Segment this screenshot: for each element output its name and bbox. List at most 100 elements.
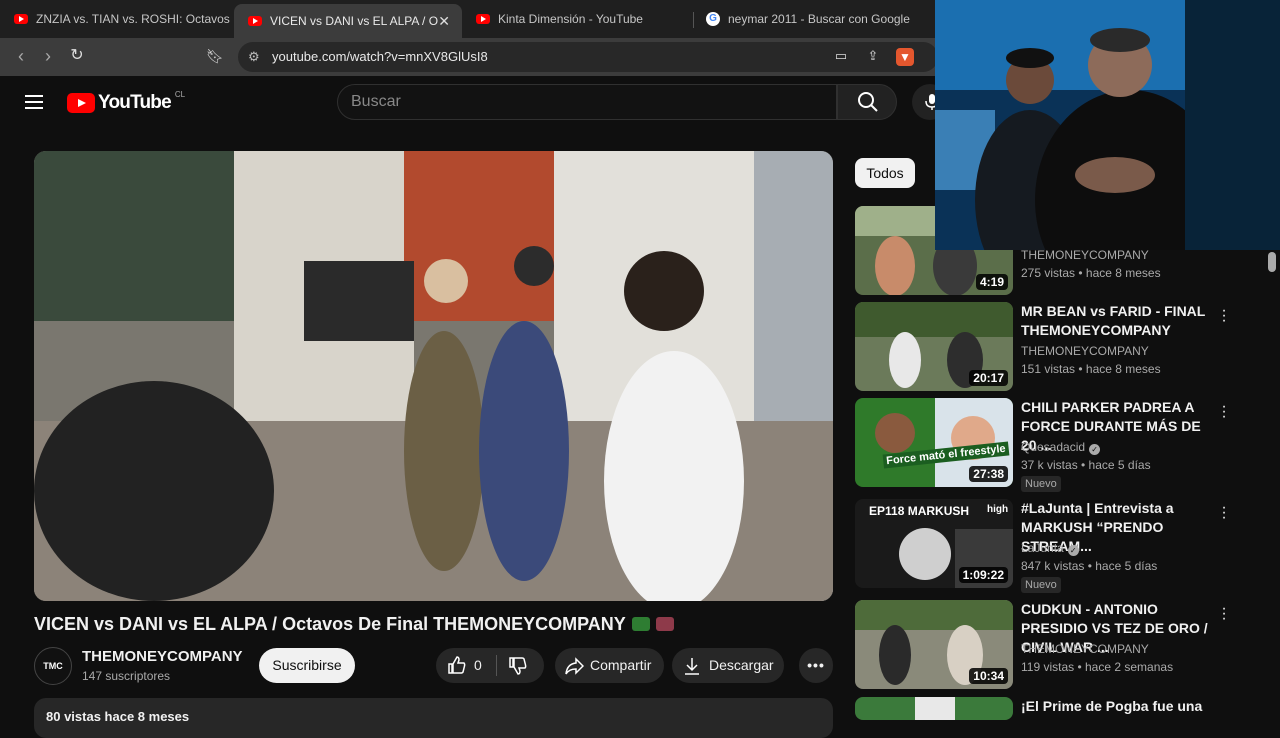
channel-name-text: LaJunta <box>1021 541 1064 555</box>
download-icon <box>685 658 699 675</box>
avatar[interactable]: TMC <box>34 647 72 685</box>
view-count-date: 80 vistas hace 8 meses <box>46 709 190 724</box>
video-thumbnail[interactable]: 10:34 <box>855 600 1013 689</box>
video-duration: 20:17 <box>969 370 1008 386</box>
verified-icon: ✓ <box>1067 545 1079 556</box>
tab-label: VICEN vs DANI vs EL ALPA / Octa <box>270 14 438 28</box>
video-frame <box>34 151 833 601</box>
video-title-text: ¡El Prime de Pogba fue una <box>1021 698 1203 714</box>
channel-name[interactable]: Quesadacid ✓ <box>1021 440 1101 455</box>
scrollbar[interactable] <box>1268 252 1276 272</box>
video-thumbnail[interactable] <box>855 697 1013 720</box>
more-actions-button[interactable]: ••• <box>799 648 833 683</box>
channel-name[interactable]: THEMONEYCOMPANY <box>1021 642 1149 656</box>
subscriber-count: 147 suscriptores <box>82 669 171 683</box>
video-meta: 847 k vistas • hace 5 días <box>1021 559 1158 573</box>
chip-todos[interactable]: Todos <box>855 158 915 188</box>
thumbnail-image <box>855 697 1013 720</box>
webcam-overlay <box>935 0 1280 250</box>
search-input[interactable]: Buscar <box>337 84 837 120</box>
browser-tab[interactable]: G neymar 2011 - Buscar con Google <box>692 4 935 34</box>
money-emoji-icon <box>631 617 650 631</box>
brave-shield-icon[interactable]: ▼ <box>896 48 914 66</box>
thumbnail-caption: EP118 MARKUSH <box>869 504 970 518</box>
like-count: 0 <box>474 657 482 673</box>
tab-label: Kinta Dimensión - YouTube <box>498 12 643 26</box>
youtube-icon <box>248 16 262 26</box>
briefcase-emoji-icon <box>655 617 674 631</box>
forward-icon[interactable]: › <box>37 46 59 66</box>
verified-icon: ✓ <box>1089 444 1101 455</box>
kebab-menu-icon[interactable]: · · · <box>1221 303 1227 329</box>
kebab-menu-icon[interactable]: · · · <box>1221 500 1227 526</box>
like-dislike-group: 0 <box>436 648 544 683</box>
list-item[interactable]: 20:17 MR BEAN vs FARID - FINAL THEMONEYC… <box>855 302 1275 392</box>
description-box[interactable]: 80 vistas hace 8 meses <box>34 698 833 738</box>
browser-tab[interactable]: ZNZIA vs. TIAN vs. ROSHI: Octavos - <box>0 4 232 34</box>
video-thumbnail[interactable]: EP118 MARKUSH high 1:09:22 <box>855 499 1013 588</box>
download-button[interactable]: Descargar <box>672 648 784 683</box>
video-meta: 37 k vistas • hace 5 días <box>1021 458 1151 472</box>
youtube-logo[interactable]: YouTube CL <box>67 90 185 114</box>
avatar-text: TMC <box>43 661 63 671</box>
new-badge: Nuevo <box>1021 476 1061 492</box>
browser-tab[interactable]: Kinta Dimensión - YouTube <box>462 4 692 34</box>
video-duration: 27:38 <box>969 466 1008 482</box>
share-page-icon[interactable]: ⇪ <box>862 46 884 66</box>
site-settings-icon[interactable]: ⚙ <box>248 42 260 72</box>
more-icon: ••• <box>807 657 825 673</box>
video-meta: 151 vistas • hace 8 meses <box>1021 362 1161 376</box>
thumbs-down-icon <box>509 657 527 675</box>
video-duration: 1:09:22 <box>958 567 1008 583</box>
youtube-icon <box>14 14 28 24</box>
webcam-image <box>935 0 1280 250</box>
subscribe-button[interactable]: Suscribirse <box>259 648 355 683</box>
browser-tab-active[interactable]: VICEN vs DANI vs EL ALPA / Octa ✕ <box>234 4 462 38</box>
share-label: Compartir <box>590 657 652 673</box>
video-thumbnail[interactable]: Force mató el freestyle 27:38 <box>855 398 1013 487</box>
channel-name[interactable]: THEMONEYCOMPANY <box>82 648 243 665</box>
like-button[interactable]: 0 <box>446 648 494 683</box>
download-label: Descargar <box>709 657 774 673</box>
video-duration: 4:19 <box>975 274 1008 290</box>
share-button[interactable]: Compartir <box>555 648 664 683</box>
channel-name-text: Quesadacid <box>1021 440 1086 454</box>
channel-name[interactable]: THEMONEYCOMPANY <box>1021 248 1149 262</box>
video-title: VICEN vs DANI vs EL ALPA / Octavos De Fi… <box>34 614 834 635</box>
url-text: youtube.com/watch?v=mnXV8GlUsI8 <box>272 49 488 64</box>
list-item[interactable]: Force mató el freestyle 27:38 CHILI PARK… <box>855 398 1275 498</box>
thumbs-up-icon <box>448 656 466 674</box>
kebab-menu-icon[interactable]: · · · <box>1221 601 1227 627</box>
kebab-menu-icon[interactable]: · · · <box>1221 399 1227 425</box>
channel-name[interactable]: LaJunta ✓ <box>1021 541 1079 556</box>
video-thumbnail[interactable]: 20:17 <box>855 302 1013 391</box>
share-icon <box>565 657 584 675</box>
video-player[interactable] <box>34 151 833 601</box>
cast-icon[interactable]: ▭ <box>830 46 852 66</box>
close-icon[interactable]: ✕ <box>438 13 450 30</box>
video-meta: 275 vistas • hace 8 meses <box>1021 266 1161 280</box>
bookmark-icon[interactable]: 🔖︎ <box>204 46 226 66</box>
video-title-text: MR BEAN vs FARID - FINAL THEMONEYCOMPANY <box>1021 303 1206 338</box>
list-item[interactable]: 10:34 CUDKUN - ANTONIO PRESIDIO VS TEZ D… <box>855 600 1275 690</box>
search-icon <box>858 92 878 112</box>
channel-name[interactable]: THEMONEYCOMPANY <box>1021 344 1149 358</box>
video-duration: 10:34 <box>969 668 1008 684</box>
video-meta: 119 vistas • hace 2 semanas <box>1021 660 1174 674</box>
video-title: ¡El Prime de Pogba fue una <box>1021 697 1211 716</box>
dislike-button[interactable] <box>498 648 542 683</box>
search-button[interactable] <box>837 84 897 120</box>
reload-icon[interactable]: ↻ <box>66 46 88 66</box>
youtube-play-icon <box>67 93 95 113</box>
back-icon[interactable]: ‹ <box>10 46 32 66</box>
tab-label: neymar 2011 - Buscar con Google <box>728 12 910 26</box>
video-title-text: VICEN vs DANI vs EL ALPA / Octavos De Fi… <box>34 614 626 634</box>
list-item[interactable]: ¡El Prime de Pogba fue una <box>855 697 1275 720</box>
new-badge: Nuevo <box>1021 577 1061 593</box>
search-placeholder: Buscar <box>351 93 401 110</box>
list-item[interactable]: EP118 MARKUSH high 1:09:22 #LaJunta | En… <box>855 499 1275 599</box>
youtube-icon <box>476 14 490 24</box>
menu-icon[interactable] <box>25 95 43 109</box>
thumbnail-tag: high <box>987 504 1009 515</box>
logo-text: YouTube <box>98 92 172 113</box>
